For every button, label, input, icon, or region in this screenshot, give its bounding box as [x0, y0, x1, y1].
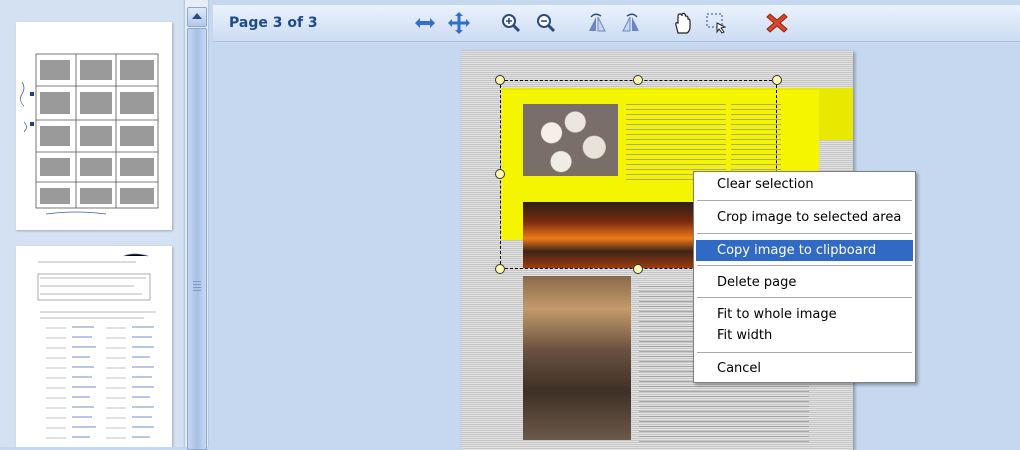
- menu-clear-selection[interactable]: Clear selection: [696, 174, 913, 195]
- select-area-icon[interactable]: [704, 11, 728, 35]
- page-indicator: Page 3 of 3: [229, 15, 318, 31]
- menu-separator: [697, 233, 912, 234]
- menu-fit-width[interactable]: Fit width: [696, 325, 913, 346]
- zoom-in-icon[interactable]: [499, 11, 523, 35]
- selection-handle[interactable]: [495, 264, 505, 274]
- menu-fit-whole-image[interactable]: Fit to whole image: [696, 304, 913, 325]
- menu-separator: [697, 200, 912, 201]
- page-thumbnail-1[interactable]: [16, 22, 172, 230]
- selection-handle[interactable]: [633, 75, 643, 85]
- scrollbar-grip-icon: [193, 281, 201, 291]
- page-thumbnail-2[interactable]: [16, 246, 172, 447]
- selection-handle[interactable]: [772, 75, 782, 85]
- scrollbar-thumb[interactable]: [187, 28, 207, 450]
- selection-handle[interactable]: [633, 264, 643, 274]
- close-icon[interactable]: [765, 11, 789, 35]
- menu-cancel[interactable]: Cancel: [696, 358, 913, 379]
- menu-crop-image[interactable]: Crop image to selected area: [696, 207, 913, 228]
- menu-separator: [697, 265, 912, 266]
- context-menu: Clear selection Crop image to selected a…: [693, 171, 916, 383]
- fit-page-icon[interactable]: [447, 11, 471, 35]
- rotate-left-icon[interactable]: [585, 11, 609, 35]
- menu-delete-page[interactable]: Delete page: [696, 272, 913, 293]
- interior-photo: [523, 276, 631, 440]
- menu-separator: [697, 352, 912, 353]
- rotate-right-icon[interactable]: [619, 11, 643, 35]
- menu-copy-image[interactable]: Copy image to clipboard: [696, 240, 913, 261]
- fit-width-icon[interactable]: [413, 11, 437, 35]
- viewer-toolbar: Page 3 of 3: [213, 5, 1020, 42]
- menu-separator: [697, 297, 912, 298]
- page-thumbnail-1-image: [16, 22, 172, 230]
- page-thumbnail-2-image: [16, 246, 172, 447]
- thumbnail-sidebar: [0, 0, 183, 447]
- scroll-up-button[interactable]: [187, 7, 207, 27]
- vertical-scrollbar[interactable]: [184, 0, 209, 450]
- selection-handle[interactable]: [495, 75, 505, 85]
- zoom-out-icon[interactable]: [534, 11, 558, 35]
- pan-hand-icon[interactable]: [670, 11, 694, 35]
- selection-handle[interactable]: [495, 169, 505, 179]
